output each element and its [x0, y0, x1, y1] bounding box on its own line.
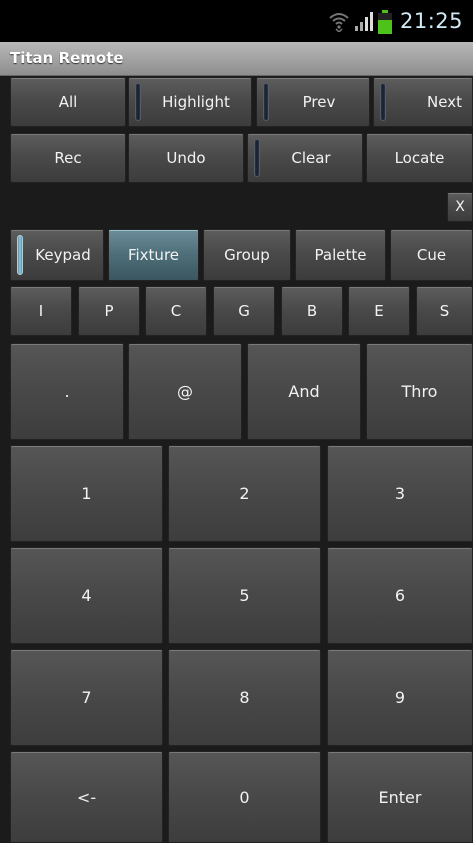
letter-key-label: S [439, 302, 450, 320]
locate-button-label: Locate [394, 149, 445, 167]
at-key[interactable]: @ [128, 343, 242, 440]
letter-key-label: P [104, 302, 114, 320]
next-button-label: Next [427, 93, 462, 111]
thro-key-label: Thro [401, 382, 438, 401]
key-3[interactable]: 3 [327, 445, 473, 542]
key-8[interactable]: 8 [168, 649, 321, 746]
letter-key-e[interactable]: E [348, 286, 410, 336]
enter-key[interactable]: Enter [327, 751, 473, 843]
letter-key-i[interactable]: I [10, 286, 72, 336]
key-0[interactable]: 0 [168, 751, 321, 843]
letter-key-b[interactable]: B [281, 286, 343, 336]
key-label: 6 [394, 586, 406, 605]
battery-icon [378, 10, 392, 34]
all-button[interactable]: All [10, 77, 126, 127]
tab-keypad[interactable]: Keypad [10, 229, 104, 281]
dot-key-label: . [64, 382, 70, 401]
tab-keypad-label: Keypad [35, 246, 91, 264]
keypad-indicator [17, 235, 23, 275]
thro-key[interactable]: Thro [366, 343, 473, 440]
tab-group[interactable]: Group [203, 229, 291, 281]
close-button[interactable]: X [447, 192, 473, 222]
prev-button-label: Prev [302, 93, 336, 111]
dot-key[interactable]: . [10, 343, 124, 440]
undo-button[interactable]: Undo [128, 133, 244, 183]
key-9[interactable]: 9 [327, 649, 473, 746]
key-2[interactable]: 2 [168, 445, 321, 542]
status-clock: 21:25 [399, 9, 463, 33]
key-label: 5 [239, 586, 250, 605]
key-4[interactable]: 4 [10, 547, 163, 644]
key-label: 3 [394, 484, 406, 503]
tab-palette[interactable]: Palette [295, 229, 386, 281]
rec-button-label: Rec [54, 149, 82, 167]
letter-key-s[interactable]: S [416, 286, 473, 336]
letter-key-label: C [170, 302, 182, 320]
wifi-icon [329, 13, 349, 32]
key-label: 4 [81, 586, 92, 605]
clear-button-label: Clear [291, 149, 331, 167]
key-5[interactable]: 5 [168, 547, 321, 644]
app-title: Titan Remote [10, 49, 124, 67]
enter-key-label: Enter [378, 787, 422, 807]
key-label: 8 [239, 688, 250, 707]
key-7[interactable]: 7 [10, 649, 163, 746]
key-1[interactable]: 1 [10, 445, 163, 542]
app-title-bar: Titan Remote [0, 42, 473, 76]
key-label: 9 [394, 688, 406, 707]
close-icon: X [455, 199, 465, 215]
at-key-label: @ [177, 382, 193, 401]
tab-palette-label: Palette [314, 246, 367, 264]
tab-fixture-label: Fixture [127, 246, 180, 264]
prev-button[interactable]: Prev [256, 77, 370, 127]
highlight-button-label: Highlight [162, 93, 230, 111]
and-key[interactable]: And [247, 343, 361, 440]
signal-icon [355, 12, 373, 31]
key-label: 2 [239, 484, 250, 503]
tab-group-label: Group [224, 246, 270, 264]
tab-cue[interactable]: Cue [390, 229, 473, 281]
letter-key-label: E [374, 302, 384, 320]
letter-key-label: G [238, 302, 250, 320]
next-indicator [380, 83, 386, 121]
locate-button[interactable]: Locate [366, 133, 473, 183]
letter-key-label: I [38, 302, 44, 320]
prev-indicator [263, 83, 269, 121]
tab-cue-label: Cue [416, 246, 447, 264]
backspace-key-label: <- [76, 787, 97, 807]
next-button[interactable]: Next [373, 77, 473, 127]
highlight-button[interactable]: Highlight [128, 77, 252, 127]
key-label: 1 [81, 484, 92, 503]
tab-fixture[interactable]: Fixture [108, 229, 199, 281]
all-button-label: All [58, 93, 78, 111]
undo-button-label: Undo [166, 149, 206, 167]
highlight-indicator [135, 83, 141, 121]
letter-key-label: B [306, 302, 318, 320]
clear-indicator [254, 139, 260, 177]
status-bar: 21:25 [0, 0, 473, 42]
clear-button[interactable]: Clear [247, 133, 363, 183]
key-label: 0 [239, 787, 250, 807]
rec-button[interactable]: Rec [10, 133, 126, 183]
letter-key-c[interactable]: C [145, 286, 207, 336]
letter-key-g[interactable]: G [213, 286, 275, 336]
and-key-label: And [288, 382, 320, 401]
key-6[interactable]: 6 [327, 547, 473, 644]
key-label: 7 [81, 688, 92, 707]
backspace-key[interactable]: <- [10, 751, 163, 843]
letter-key-p[interactable]: P [78, 286, 140, 336]
